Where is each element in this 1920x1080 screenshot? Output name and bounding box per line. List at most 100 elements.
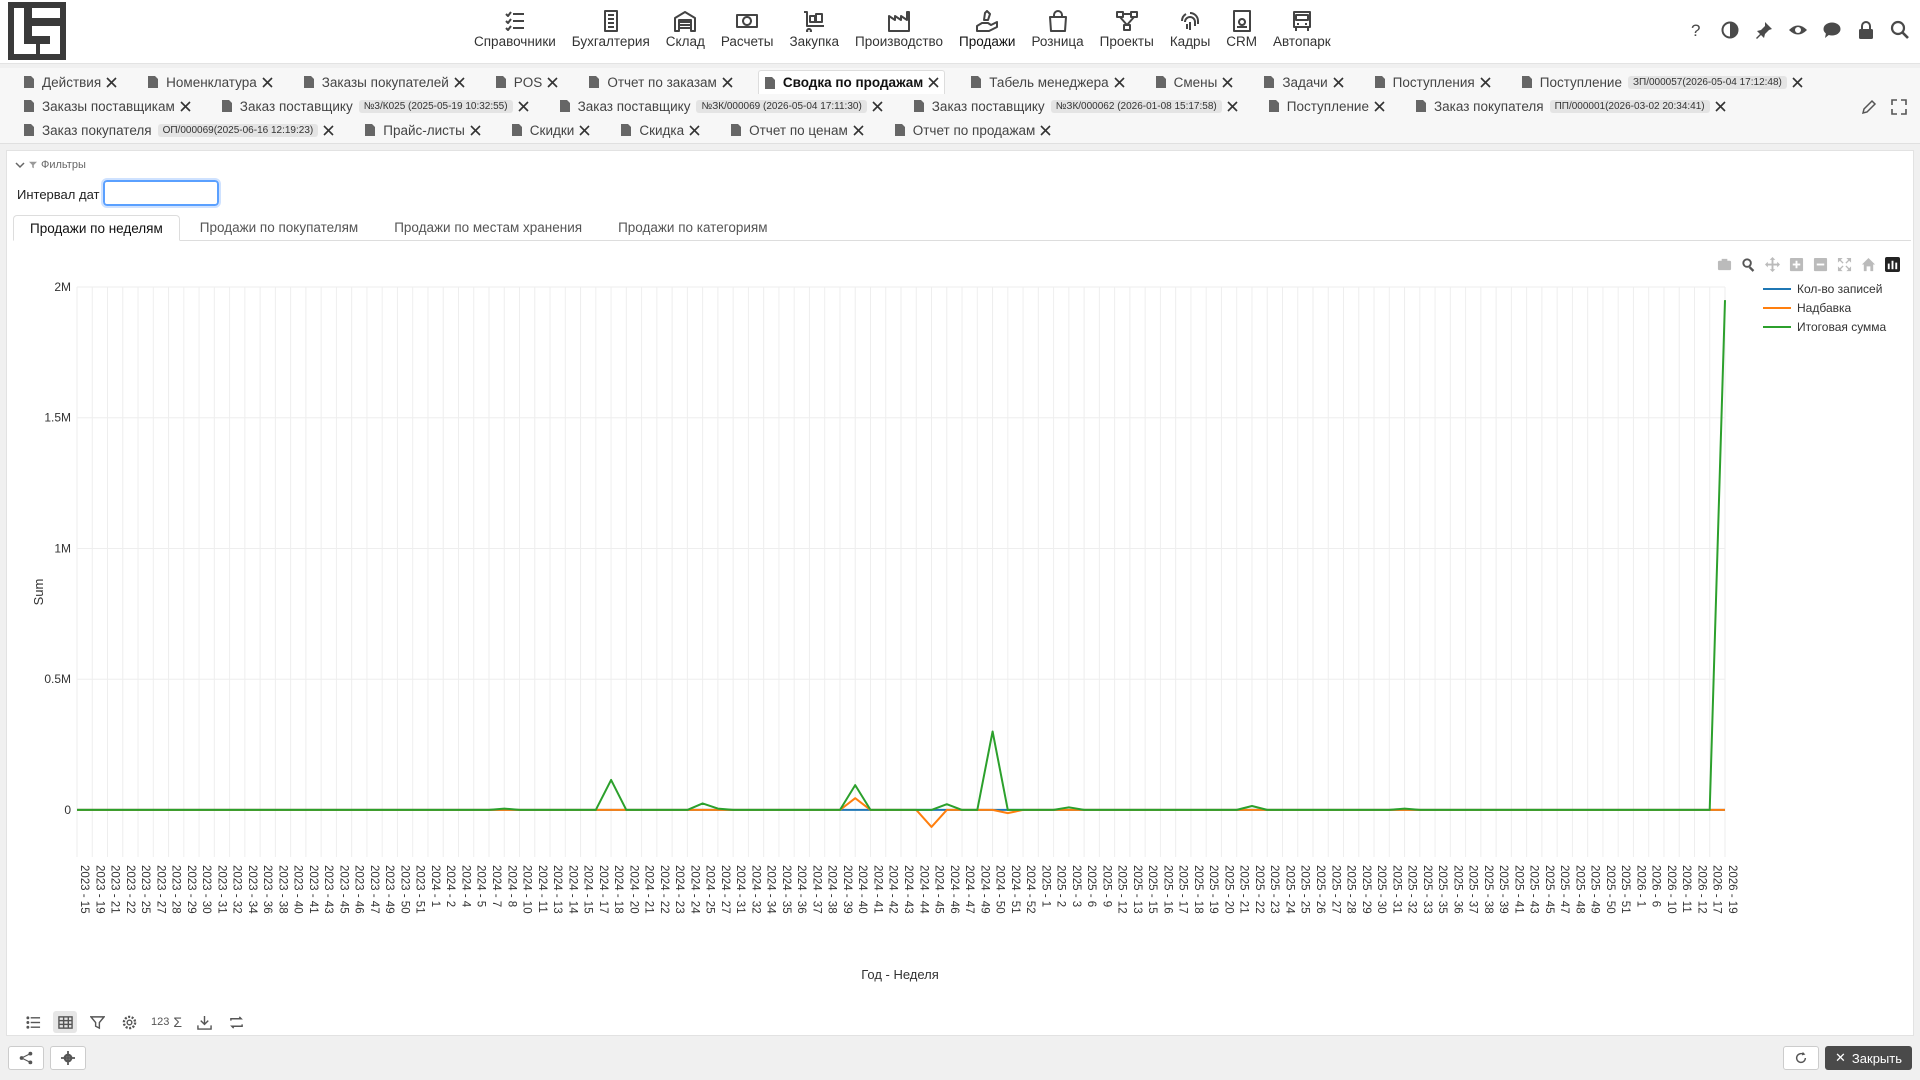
document-tab[interactable]: Прайс-листы [359,118,486,142]
zoom-in-icon[interactable] [1787,255,1805,273]
close-tab-icon[interactable] [1113,76,1126,89]
fullscreen-icon[interactable] [1890,98,1908,116]
grid-view-icon[interactable] [53,1011,77,1033]
document-tab[interactable]: Поступления [1369,70,1496,94]
close-tab-icon[interactable] [322,124,335,137]
document-tab-label: Сводка по продажам [782,75,924,90]
pencil-icon[interactable] [1860,98,1878,116]
close-tab-icon[interactable] [261,76,274,89]
app-logo[interactable] [8,2,66,60]
document-tab[interactable]: Сводка по продажам [757,70,946,94]
close-tab-icon[interactable] [871,100,884,113]
report-subtab[interactable]: Продажи по категориям [602,215,783,240]
menu-item-10[interactable]: CRM [1218,6,1265,58]
filter-icon[interactable] [85,1011,109,1033]
menu-item-3[interactable]: Расчеты [713,6,782,58]
eye-icon[interactable] [1786,18,1810,42]
zoom-icon[interactable] [1739,255,1757,273]
close-tab-icon[interactable] [721,76,734,89]
share-button[interactable] [8,1046,44,1070]
legend-item-label[interactable]: Кол-во записей [1797,282,1882,296]
weekly-sales-chart: 0 0.5M 1M 1.5M 2M 2023 - 15 2023 - 19 2023 - 2… [31,280,1887,982]
menu-item-7[interactable]: Розница [1023,6,1091,58]
document-tab[interactable]: Заказы поставщикам [18,94,196,118]
close-tab-icon[interactable] [1479,76,1492,89]
close-tab-icon[interactable] [453,76,466,89]
menu-item-8[interactable]: Проекты [1092,6,1162,58]
document-tab[interactable]: Заказ поставщику №3/К025 (2025-05-19 10:3… [216,94,534,118]
menu-item-6[interactable]: Продажи [951,6,1023,58]
menu-item-0[interactable]: Справочники [466,6,564,58]
close-tab-icon[interactable] [517,100,530,113]
hand-holding-icon [976,10,999,32]
home-icon[interactable] [1859,255,1877,273]
download-icon[interactable] [192,1011,216,1033]
close-tab-icon[interactable] [852,124,865,137]
menu-item-1[interactable]: Бухгалтерия [564,6,658,58]
close-tab-icon[interactable] [1221,76,1234,89]
document-tab[interactable]: Поступление [1263,94,1390,118]
document-tab[interactable]: Действия [18,70,122,94]
close-tab-icon[interactable] [546,76,559,89]
close-button[interactable]: ✕ Закрыть [1825,1046,1912,1070]
document-tab[interactable]: Номенклатура [142,70,278,94]
close-tab-icon[interactable] [1791,76,1804,89]
document-tab[interactable]: Отчет по заказам [583,70,738,94]
close-tab-icon[interactable] [1226,100,1239,113]
search-icon[interactable] [1888,18,1912,42]
menu-item-5[interactable]: Производство [847,6,951,58]
date-interval-input[interactable] [101,178,221,208]
document-tab[interactable]: Заказ покупателя ПП/000001(2026-03-02 20:… [1410,94,1731,118]
legend-item-label[interactable]: Итоговая сумма [1797,320,1887,334]
close-tab-icon[interactable] [469,124,482,137]
settings-icon[interactable] [117,1011,141,1033]
document-tab[interactable]: Скидки [506,118,596,142]
close-tab-icon[interactable] [1332,76,1345,89]
lock-icon[interactable] [1854,18,1878,42]
theme-contrast-icon[interactable] [1718,18,1742,42]
autoscale-icon[interactable] [1835,255,1853,273]
close-tab-icon[interactable] [927,76,940,89]
plotly-logo-icon[interactable] [1883,255,1901,273]
document-tab[interactable]: Отчет по продажам [889,118,1057,142]
document-tab[interactable]: POS [490,70,564,94]
menu-item-9[interactable]: Кадры [1162,6,1218,58]
report-subtab[interactable]: Продажи по неделям [13,215,180,241]
document-tab[interactable]: Смены [1150,70,1239,94]
document-tab[interactable]: Заказ поставщику №ЗК/000069 (2026-05-04 1… [554,94,888,118]
list-view-icon[interactable] [21,1011,45,1033]
settings-button[interactable] [50,1046,86,1070]
close-tab-icon[interactable] [578,124,591,137]
document-tab[interactable]: Заказы покупателей [298,70,470,94]
pan-icon[interactable] [1763,255,1781,273]
filters-toggle[interactable]: Фильтры [15,159,86,171]
document-tab[interactable]: Заказ поставщику №ЗК/000062 (2026-01-08 1… [908,94,1243,118]
close-tab-icon[interactable] [1039,124,1052,137]
refresh-button[interactable] [1783,1046,1820,1070]
close-tab-icon[interactable] [179,100,192,113]
document-tab[interactable]: Отчет по ценам [725,118,869,142]
pin-icon[interactable] [1752,18,1776,42]
report-subtab[interactable]: Продажи по местам хранения [378,215,598,240]
close-tab-icon[interactable] [1714,100,1727,113]
close-tab-icon[interactable] [1373,100,1386,113]
document-tab[interactable]: Заказ покупателя ОП/000069(2025-06-16 12:… [18,118,339,142]
number-format-button[interactable]: 123 Σ [149,1011,184,1033]
camera-icon[interactable] [1715,255,1733,273]
zoom-out-icon[interactable] [1811,255,1829,273]
document-tab[interactable]: Скидка [615,118,705,142]
swap-icon[interactable] [224,1011,248,1033]
legend-item-label[interactable]: Надбавка [1797,301,1852,315]
close-tab-icon[interactable] [688,124,701,137]
document-tab[interactable]: Табель менеджера [965,70,1129,94]
menu-item-2[interactable]: Склад [658,6,713,58]
report-subtab[interactable]: Продажи по покупателям [184,215,374,240]
document-tab[interactable]: Задачи [1258,70,1348,94]
menu-item-4[interactable]: Закупка [782,6,848,58]
close-tab-icon[interactable] [105,76,118,89]
menu-item-11[interactable]: Автопарк [1265,6,1339,58]
help-icon[interactable]: ? [1684,18,1708,42]
document-tab-label: Скидки [529,122,575,138]
chat-icon[interactable] [1820,18,1844,42]
document-tab[interactable]: Поступление ЗП/000057(2026-05-04 17:12:48… [1516,70,1808,94]
